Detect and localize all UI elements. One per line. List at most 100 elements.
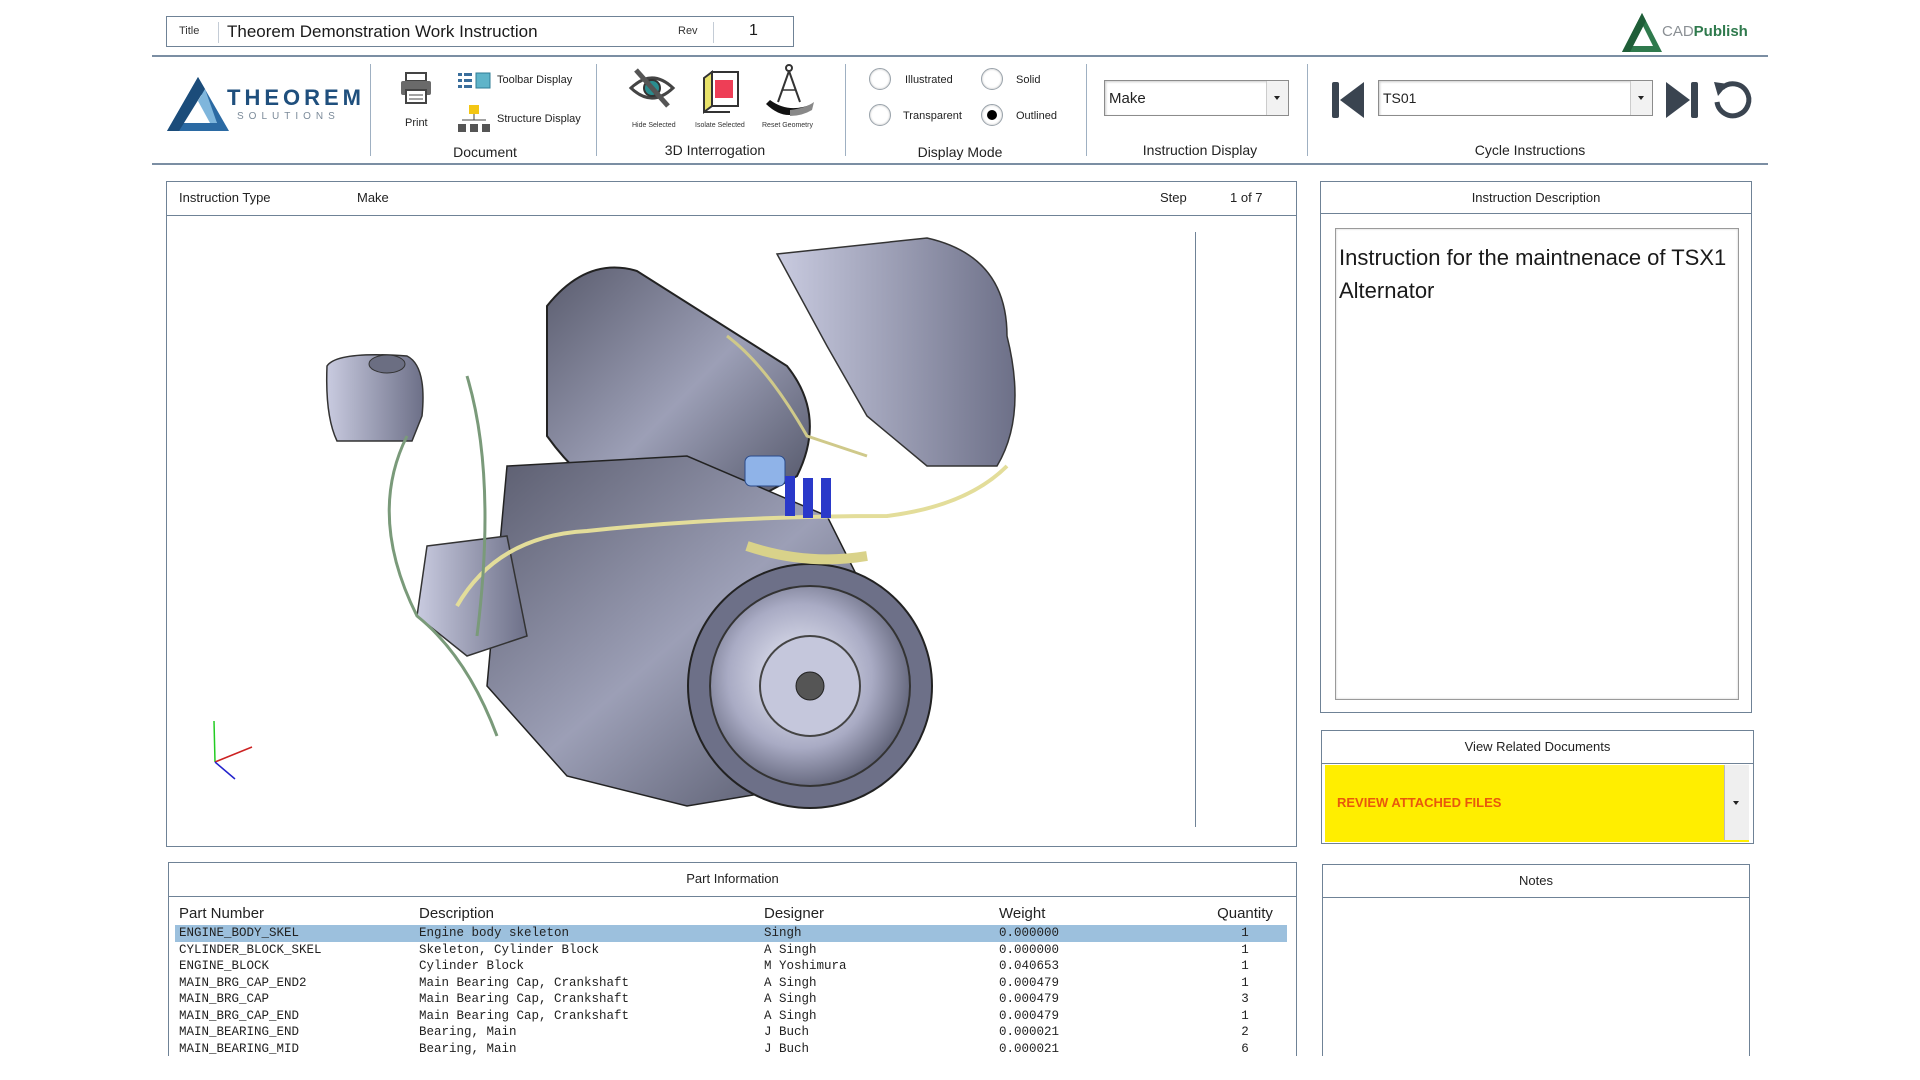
toolbar-divider <box>1307 64 1308 156</box>
cell-part-number: MAIN_BEARING_MID <box>179 1041 300 1056</box>
cell-weight: 0.000479 <box>999 975 1060 990</box>
cell-quantity: 2 <box>1241 1025 1249 1039</box>
divider <box>218 22 219 43</box>
instruction-description-text: Instruction for the maintnenace of TSX1 … <box>1339 245 1727 303</box>
related-documents-dropdown[interactable]: REVIEW ATTACHED FILES <box>1325 765 1749 842</box>
title-field[interactable]: Theorem Demonstration Work Instruction <box>227 22 538 42</box>
table-row[interactable]: MAIN_BRG_CAP_END Main Bearing Cap, Cranks… <box>175 1008 1287 1025</box>
theorem-triangle-icon <box>167 77 229 131</box>
cadpublish-logo: CADPublish <box>1620 10 1760 54</box>
structure-display-button[interactable]: Structure Display <box>497 113 581 125</box>
display-mode-group-label: Display Mode <box>917 144 1003 160</box>
toolbar-divider <box>370 64 371 156</box>
outlined-label: Outlined <box>1016 110 1057 122</box>
toolbar-bottom-divider <box>152 163 1768 165</box>
restart-button[interactable] <box>1710 78 1754 122</box>
theorem-logo-text: THEOREM <box>227 85 365 110</box>
instruction-description-textbox[interactable]: Instruction for the maintnenace of TSX1 … <box>1335 228 1739 700</box>
toolbar-display-button[interactable]: Toolbar Display <box>497 74 572 86</box>
cycle-instructions-dropdown[interactable]: TS01 <box>1378 80 1653 116</box>
next-instruction-button[interactable] <box>1664 80 1700 120</box>
compass-reset-icon <box>766 64 814 116</box>
3d-viewer-canvas[interactable] <box>167 216 1295 845</box>
instruction-display-dropdown[interactable]: Make <box>1104 80 1289 116</box>
interrogation-group-label: 3D Interrogation <box>664 142 766 158</box>
rev-label: Rev <box>678 25 698 37</box>
table-row[interactable]: MAIN_BEARING_END Bearing, Main J Buch 0.000… <box>175 1024 1287 1041</box>
radio-transparent[interactable] <box>869 104 891 126</box>
cell-quantity: 1 <box>1203 925 1287 942</box>
cell-designer: J Buch <box>764 1025 810 1039</box>
axis-x <box>214 746 253 763</box>
cell-quantity: 1 <box>1241 942 1249 957</box>
eye-slash-icon <box>628 68 676 108</box>
cell-description: Cylinder Block <box>419 959 525 973</box>
rev-field[interactable]: 1 <box>749 22 758 40</box>
isolate-selected-button[interactable] <box>700 66 750 122</box>
reset-geometry-label: Reset Geometry <box>762 122 813 129</box>
toolbar-divider <box>596 64 597 156</box>
cell-part-number: MAIN_BRG_CAP_END <box>179 1008 300 1023</box>
cell-part-number: ENGINE_BODY_SKEL <box>175 925 415 942</box>
cell-description: Main Bearing Cap, Crankshaft <box>419 975 630 990</box>
instruction-type-label: Instruction Type <box>179 190 271 205</box>
instruction-display-group-label: Instruction Display <box>1142 142 1258 158</box>
notes-panel: Notes <box>1322 864 1750 1056</box>
col-part-number[interactable]: Part Number <box>175 903 415 925</box>
cell-quantity: 1 <box>1241 975 1249 990</box>
previous-instruction-button[interactable] <box>1330 80 1366 120</box>
cell-description: Main Bearing Cap, Crankshaft <box>419 992 630 1006</box>
instruction-display-value: Make <box>1109 90 1146 107</box>
skip-forward-icon <box>1666 82 1698 118</box>
table-row[interactable]: MAIN_BRG_CAP_END2 Main Bearing Cap, Crank… <box>175 975 1287 992</box>
radio-outlined[interactable] <box>981 104 1003 126</box>
col-designer[interactable]: Designer <box>760 903 995 925</box>
related-documents-dropdown-button[interactable] <box>1724 765 1749 840</box>
table-row[interactable]: ENGINE_BLOCK Cylinder Block M Yoshimura 0.0… <box>175 958 1287 975</box>
radio-solid[interactable] <box>981 68 1003 90</box>
cell-part-number: ENGINE_BLOCK <box>179 959 270 973</box>
refresh-icon <box>1714 81 1752 119</box>
chevron-down-icon[interactable] <box>1630 81 1652 115</box>
cell-designer: A Singh <box>764 992 817 1006</box>
reset-geometry-button[interactable] <box>760 62 820 122</box>
table-row[interactable]: ENGINE_BODY_SKEL Engine body skeleton Sing… <box>175 925 1287 942</box>
instruction-type-value: Make <box>357 190 389 205</box>
table-header-row: Part Number Description Designer Weight … <box>175 903 1287 925</box>
cell-designer: A Singh <box>764 1008 817 1023</box>
toolbar-divider <box>1086 64 1087 156</box>
toolbar-display-icon[interactable] <box>456 70 492 92</box>
print-button[interactable] <box>398 70 434 110</box>
cadpublish-triangle-icon <box>1622 13 1662 52</box>
viewport-header: Instruction Type Make Step 1 of 7 <box>167 182 1296 216</box>
isolate-selected-label: Isolate Selected <box>695 122 745 129</box>
table-row[interactable]: MAIN_BEARING_MID Bearing, Main J Buch 0.000… <box>175 1041 1287 1058</box>
table-row[interactable]: MAIN_BRG_CAP Main Bearing Cap, Crankshaft… <box>175 991 1287 1008</box>
print-label: Print <box>405 117 428 129</box>
cell-description: Bearing, Main <box>419 1025 517 1039</box>
toolbar-divider <box>845 64 846 156</box>
notes-textarea[interactable] <box>1323 898 1749 1056</box>
notes-heading: Notes <box>1323 865 1749 898</box>
isolate-cube-icon <box>703 70 739 114</box>
table-row[interactable]: CYLINDER_BLOCK_SKEL Skeleton, Cylinder Bl… <box>175 942 1287 959</box>
cycle-instructions-group-label: Cycle Instructions <box>1474 142 1586 158</box>
chevron-down-icon[interactable] <box>1266 81 1288 115</box>
col-weight[interactable]: Weight <box>995 903 1203 925</box>
col-quantity[interactable]: Quantity <box>1203 903 1287 925</box>
axis-y <box>213 720 216 763</box>
cell-description: Engine body skeleton <box>415 925 760 942</box>
cell-weight: 0.000021 <box>999 1041 1060 1056</box>
cell-weight: 0.000479 <box>999 1008 1060 1023</box>
cycle-instructions-value: TS01 <box>1383 90 1417 106</box>
hide-selected-button[interactable] <box>628 66 678 126</box>
cell-quantity: 6 <box>1241 1041 1249 1056</box>
viewport-panel: Instruction Type Make Step 1 of 7 <box>166 181 1297 847</box>
structure-display-icon[interactable] <box>456 103 492 135</box>
col-description[interactable]: Description <box>415 903 760 925</box>
radio-illustrated[interactable] <box>869 68 891 90</box>
related-documents-value: REVIEW ATTACHED FILES <box>1337 795 1502 810</box>
cell-weight: 0.000479 <box>999 992 1060 1006</box>
viewport-splitter[interactable] <box>1195 232 1196 827</box>
publish-text: Publish <box>1693 23 1748 40</box>
